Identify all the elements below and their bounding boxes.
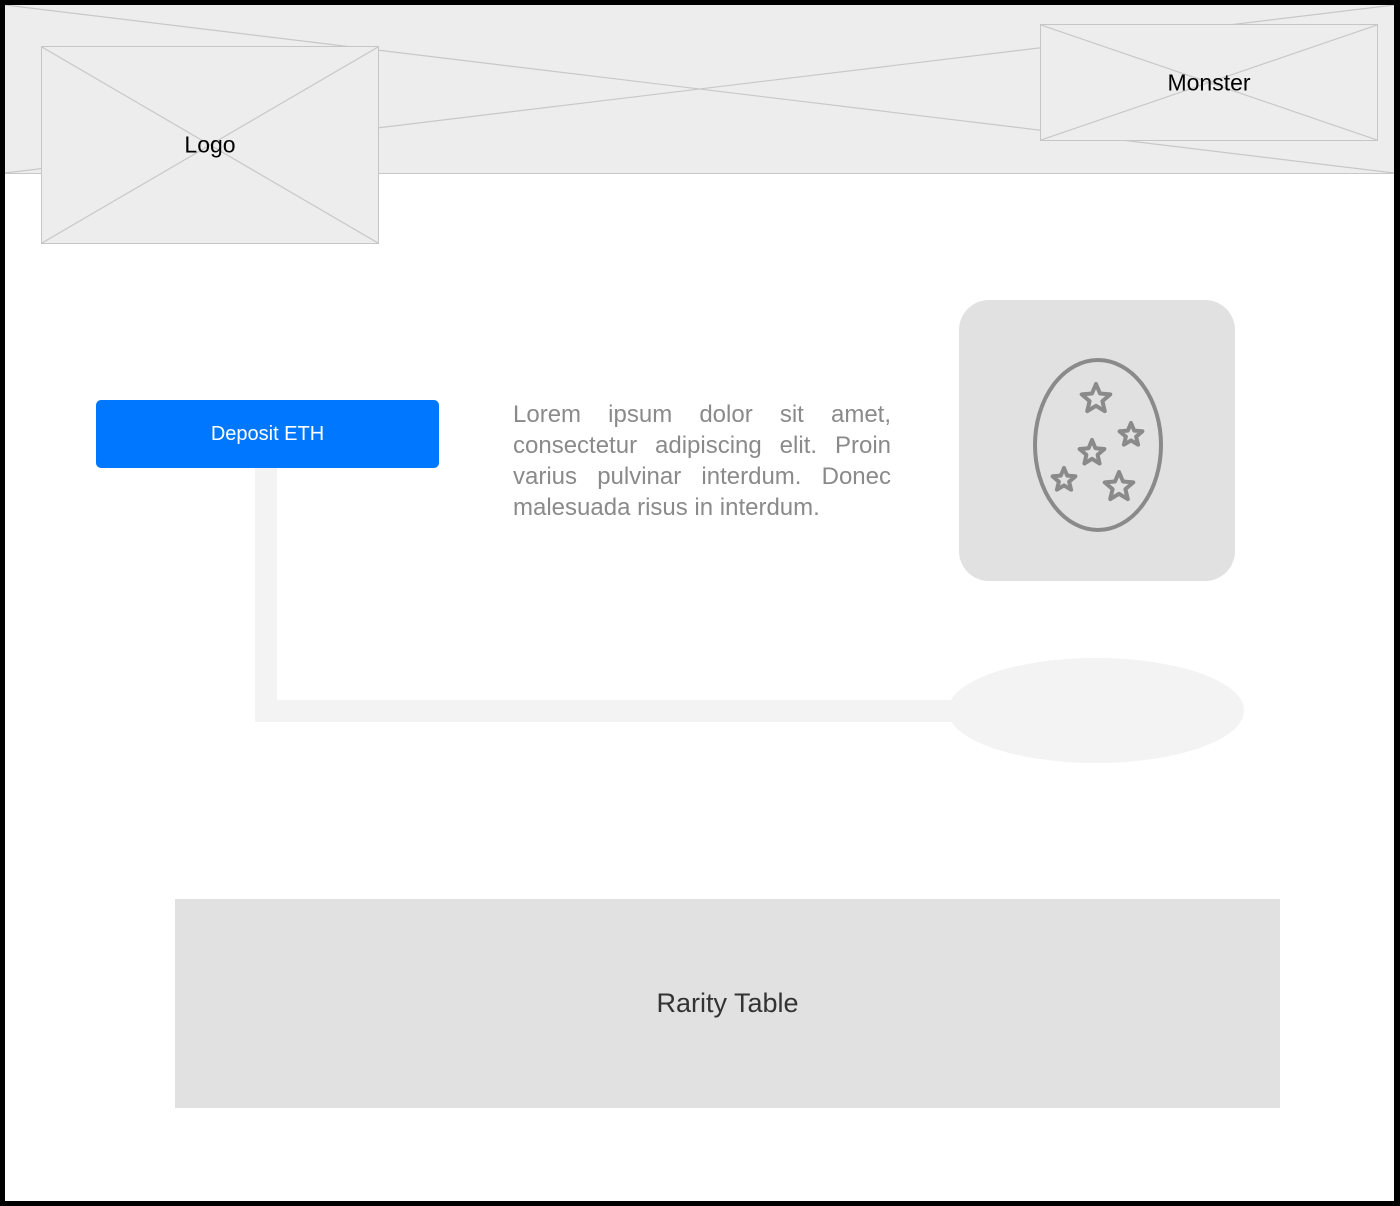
page-canvas: Logo Monster Deposit ETH Lorem ipsum dol… (5, 5, 1394, 1201)
connector-line-horizontal (255, 700, 965, 722)
rarity-table-placeholder[interactable]: Rarity Table (175, 899, 1280, 1108)
connector-line-vertical (255, 468, 277, 722)
egg-with-stars-icon (1033, 358, 1163, 532)
star-icon (1117, 421, 1145, 447)
star-icon (1050, 466, 1078, 492)
star-icon (1102, 470, 1136, 502)
monster-placeholder[interactable]: Monster (1040, 24, 1378, 141)
egg-card[interactable] (959, 300, 1235, 581)
logo-label: Logo (184, 131, 236, 158)
deposit-eth-button[interactable]: Deposit ETH (96, 400, 439, 468)
monster-label: Monster (1167, 69, 1251, 95)
rarity-table-label: Rarity Table (656, 988, 799, 1018)
egg-shadow-ellipse (948, 658, 1244, 763)
star-icon (1077, 438, 1107, 466)
logo-placeholder[interactable]: Logo (41, 46, 379, 244)
star-icon (1079, 382, 1113, 414)
description-text: Lorem ipsum dolor sit amet, consectetur … (513, 401, 891, 521)
